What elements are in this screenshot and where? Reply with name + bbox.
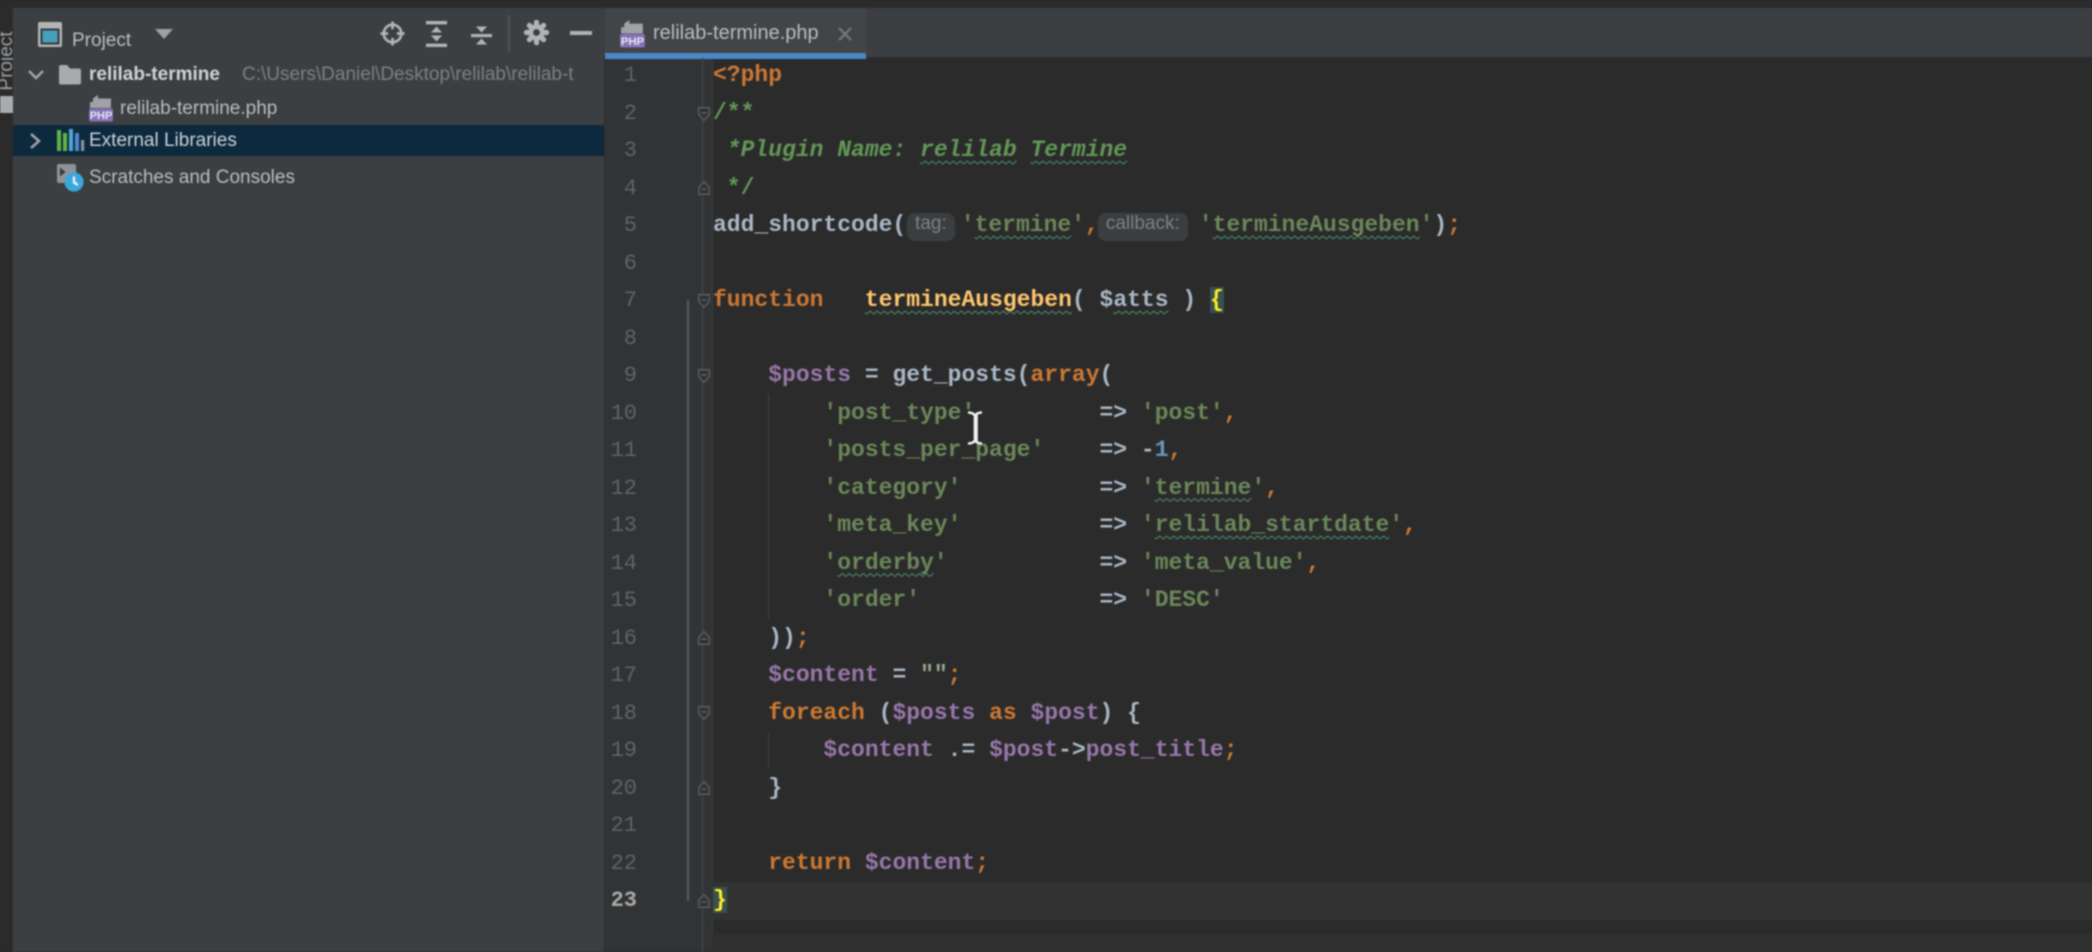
svg-text:PHP: PHP [90, 110, 113, 122]
svg-text:PHP: PHP [621, 36, 645, 48]
